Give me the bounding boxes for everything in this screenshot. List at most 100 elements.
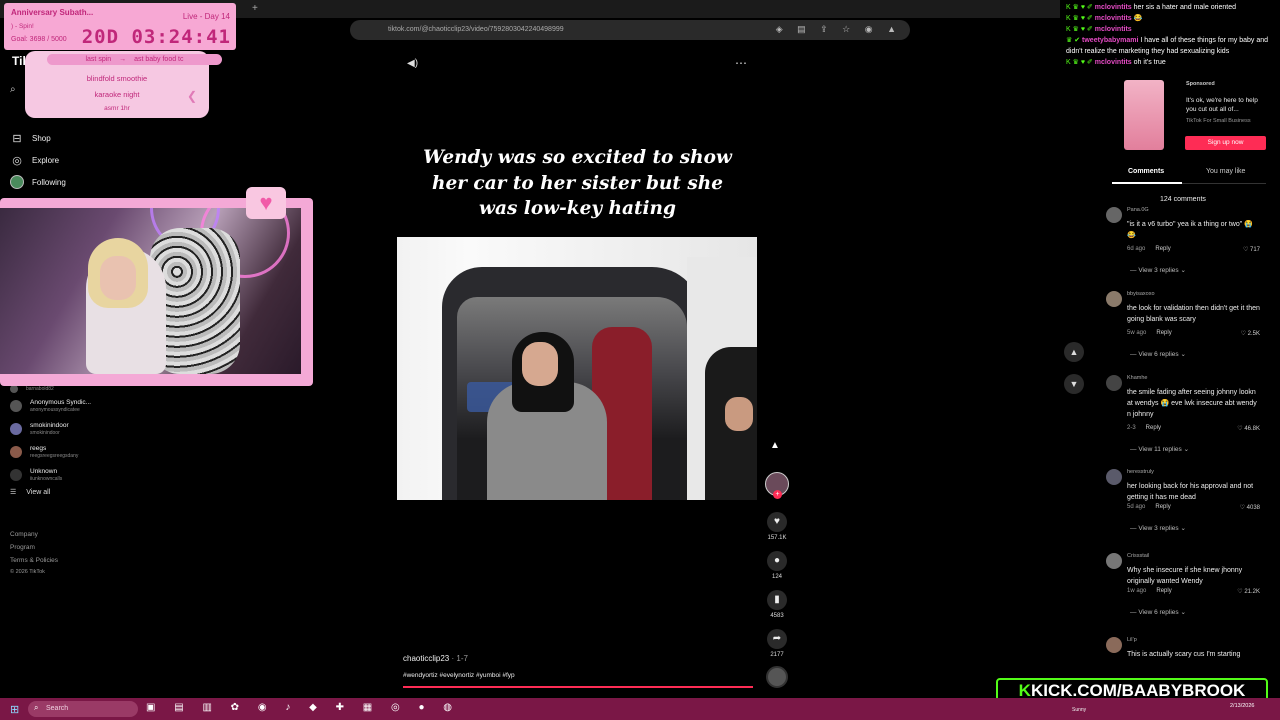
reply-button[interactable]: Reply	[1155, 246, 1170, 252]
avatar[interactable]	[1106, 291, 1122, 307]
view-replies-label: View 3 replies	[1138, 525, 1179, 532]
taskbar: ⊞ Search ⌕ ▣ ▤ ▥ ✿ ◉ ♪ ◆ ✚ ▦ ◎ ● ◍ Sunny…	[0, 698, 1280, 720]
more-options-icon[interactable]: ⋯	[735, 56, 747, 70]
following-account[interactable]: Unknown iiunknowncalls	[10, 463, 210, 486]
comment-username[interactable]: bbyisaxoxo	[1127, 291, 1155, 297]
comment-text: Why she insecure if she knew jhonny orig…	[1127, 567, 1243, 585]
video-hashtags[interactable]: #wendyortiz #evelynortiz #yumboi #fyp	[403, 672, 515, 679]
account-handle: iiunknowncalls	[30, 475, 63, 482]
chevron-down-icon[interactable]: ▼	[1064, 374, 1084, 394]
chat-text: oh it's true	[1133, 59, 1166, 66]
comment-like-count: 46.8K	[1244, 426, 1260, 432]
sign-up-button[interactable]: Sign up now	[1185, 136, 1266, 150]
reply-button[interactable]: Reply	[1156, 330, 1171, 336]
avatar	[10, 385, 18, 393]
comment-meta: 6d ago Reply	[1127, 246, 1171, 252]
comment-username[interactable]: Crissstail	[1127, 553, 1149, 559]
comment-username[interactable]: Pana.0G	[1127, 207, 1149, 213]
reply-button[interactable]: Reply	[1146, 425, 1161, 431]
windows-start-icon[interactable]: ⊞	[10, 703, 19, 716]
compass-icon: ◎	[12, 154, 22, 167]
last-spin-label: last spin	[85, 56, 112, 63]
save-button[interactable]: ▮ 4583	[762, 590, 792, 619]
account-name: Anonymous Syndic...	[30, 398, 92, 406]
like-button[interactable]: ♥ 157.1K	[762, 512, 792, 541]
comment-username[interactable]: Lil’p	[1127, 637, 1137, 643]
comment-like-button[interactable]: ♡ 717	[1243, 246, 1260, 253]
share-button[interactable]: ➦ 2177	[762, 629, 792, 658]
chat-badges-icon: K ♛ ♥ ✐	[1066, 4, 1095, 11]
following-account[interactable]: smokinindoor smokinindoor	[10, 417, 210, 440]
address-bar[interactable]: tiktok.com/@chaoticclip23/video/75928030…	[350, 20, 910, 40]
footer-link-terms[interactable]: Terms & Policies	[10, 554, 58, 567]
avatar[interactable]	[1106, 637, 1122, 653]
follow-plus-icon[interactable]: +	[773, 490, 782, 499]
comments-tabs: Comments You may like	[1111, 168, 1266, 184]
spin-option: blindfold smoothie	[86, 74, 148, 83]
spin-option: asmr 1hr	[104, 105, 130, 112]
chat-message: K ♛ ♥ ✐ mclovintits 😂	[1066, 13, 1280, 24]
comment-username[interactable]: heresstruly	[1127, 469, 1154, 475]
view-replies-button[interactable]: — View 3 replies ⌄	[1130, 524, 1186, 532]
taskbar-app-icons[interactable]: ▣ ▤ ▥ ✿ ◉ ♪ ◆ ✚ ▦ ◎ ● ◍	[146, 702, 460, 713]
new-tab-button[interactable]: +	[252, 3, 258, 14]
chat-badges-icon: ♛ ✔	[1066, 37, 1083, 44]
volume-icon[interactable]: ◀)	[407, 58, 418, 69]
footer-link-company[interactable]: Company	[10, 528, 58, 541]
chat-username: mclovintits	[1094, 15, 1132, 22]
chevron-up-icon[interactable]: ▲	[1064, 342, 1084, 362]
comment-like-button[interactable]: ♡ 2.5K	[1241, 330, 1260, 337]
comment-username[interactable]: Khamhe	[1127, 375, 1148, 381]
chat-message: K ♛ ♥ ✐ mclovintits	[1066, 24, 1280, 35]
comment-item: Lil’p This is actually scary cus I'm sta…	[1106, 634, 1266, 674]
video-progress-bar[interactable]	[403, 686, 753, 688]
taskbar-clock[interactable]: 2/13/2026	[1230, 703, 1254, 709]
sidebar-item-shop[interactable]: ⊟ Shop	[10, 131, 51, 145]
comment-item: Khamhe the smile fading after seeing joh…	[1106, 372, 1266, 466]
chat-username: mclovintits	[1094, 4, 1132, 11]
following-account[interactable]: reegs reegsreegsreegsdany	[10, 440, 210, 463]
account-handle: barnabold82	[26, 386, 54, 392]
sidebar-item-label: Shop	[32, 133, 51, 143]
avatar[interactable]	[1106, 375, 1122, 391]
chat-badges-icon: K ♛ ♥ ✐	[1066, 59, 1095, 66]
avatar[interactable]	[1106, 553, 1122, 569]
tab-comments[interactable]: Comments	[1111, 168, 1183, 184]
view-replies-button[interactable]: — View 11 replies ⌄	[1130, 445, 1189, 453]
sidebar-item-explore[interactable]: ◎ Explore	[10, 153, 59, 167]
chat-message: ♛ ✔ tweetybabymami I have all of these t…	[1066, 35, 1280, 57]
following-account[interactable]: Anonymous Syndic... anonymoussyndicatee	[10, 394, 210, 417]
reply-button[interactable]: Reply	[1156, 588, 1171, 594]
view-replies-button[interactable]: — View 3 replies ⌄	[1130, 266, 1186, 274]
sidebar-item-label: Following	[32, 177, 66, 187]
view-replies-button[interactable]: — View 6 replies ⌄	[1130, 608, 1186, 616]
tab-you-may-like[interactable]: You may like	[1206, 168, 1245, 175]
search-icon[interactable]: ⌕	[10, 84, 16, 95]
comment-like-button[interactable]: ♡ 4038	[1240, 504, 1260, 511]
comment-like-button[interactable]: ♡ 21.2K	[1237, 588, 1260, 595]
comment-item: Pana.0G "is it a v6 turbo" yea ik a thin…	[1106, 204, 1266, 288]
video-author[interactable]: chaoticclip23 · 1-7	[403, 654, 468, 663]
footer-link-program[interactable]: Program	[10, 541, 58, 554]
comment-age: 2-3	[1127, 425, 1136, 431]
avatar[interactable]	[1106, 469, 1122, 485]
chat-username: mclovintits	[1094, 59, 1132, 66]
sidebar-item-following[interactable]: Following	[10, 175, 66, 189]
subathon-title: Anniversary Subath...	[11, 8, 94, 17]
view-all-label: View all	[26, 488, 51, 496]
avatar[interactable]	[1106, 207, 1122, 223]
view-replies-button[interactable]: — View 6 replies ⌄	[1130, 350, 1186, 358]
sidebar-footer: Company Program Terms & Policies © 2026 …	[10, 528, 58, 577]
reply-button[interactable]: Reply	[1155, 504, 1170, 510]
taskbar-search[interactable]: Search	[28, 701, 138, 717]
sponsored-ad[interactable]: Sponsored It's ok, we're here to help yo…	[1100, 78, 1272, 158]
comment-meta: 1w ago Reply	[1127, 588, 1172, 594]
comment-like-button[interactable]: ♡ 46.8K	[1237, 425, 1260, 432]
streamer-face	[100, 256, 136, 300]
comment-button[interactable]: ● 124	[762, 551, 792, 580]
ad-thumbnail	[1124, 80, 1164, 150]
view-all-button[interactable]: ☰ View all	[10, 488, 210, 497]
subathon-status: Live - Day 14	[182, 12, 230, 21]
video-player[interactable]	[397, 237, 757, 500]
music-disc-icon[interactable]	[766, 666, 788, 688]
